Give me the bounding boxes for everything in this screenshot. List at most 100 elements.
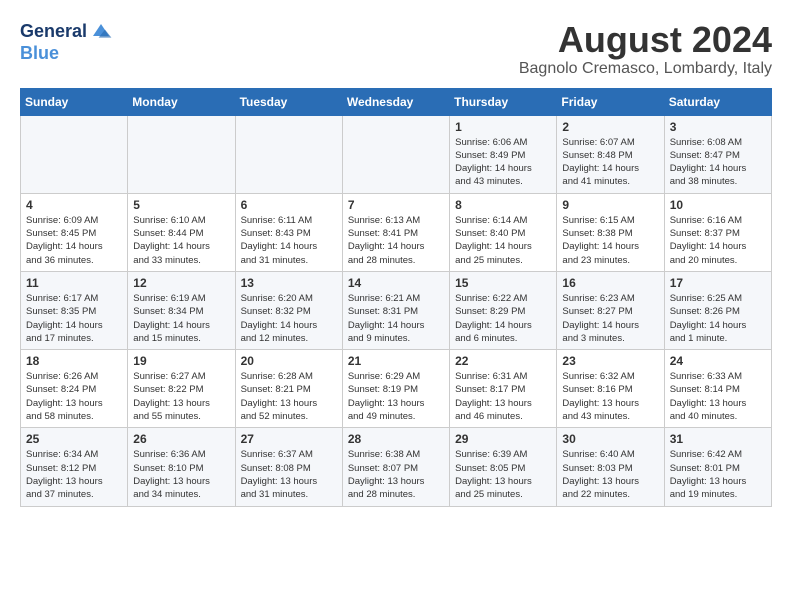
day-number: 13: [241, 276, 337, 290]
calendar-cell: 13 Sunrise: 6:20 AM Sunset: 8:32 PM Dayli…: [235, 271, 342, 349]
location-title: Bagnolo Cremasco, Lombardy, Italy: [519, 60, 772, 78]
month-title: August 2024: [519, 20, 772, 60]
day-info: Sunrise: 6:28 AM Sunset: 8:21 PM Dayligh…: [241, 370, 337, 423]
day-number: 30: [562, 432, 658, 446]
day-number: 8: [455, 198, 551, 212]
day-number: 9: [562, 198, 658, 212]
day-number: 1: [455, 120, 551, 134]
day-info: Sunrise: 6:23 AM Sunset: 8:27 PM Dayligh…: [562, 292, 658, 345]
calendar-cell: 6 Sunrise: 6:11 AM Sunset: 8:43 PM Daylig…: [235, 193, 342, 271]
calendar-cell: 29 Sunrise: 6:39 AM Sunset: 8:05 PM Dayli…: [450, 428, 557, 506]
day-info: Sunrise: 6:31 AM Sunset: 8:17 PM Dayligh…: [455, 370, 551, 423]
day-number: 20: [241, 354, 337, 368]
day-info: Sunrise: 6:21 AM Sunset: 8:31 PM Dayligh…: [348, 292, 444, 345]
calendar-cell: 26Sunrise: 6:36 AM Sunset: 8:10 PM Dayli…: [128, 428, 235, 506]
day-number: 27: [241, 432, 337, 446]
day-info: Sunrise: 6:38 AM Sunset: 8:07 PM Dayligh…: [348, 448, 444, 501]
calendar-cell: 16 Sunrise: 6:23 AM Sunset: 8:27 PM Dayli…: [557, 271, 664, 349]
calendar-cell: 5Sunrise: 6:10 AM Sunset: 8:44 PM Daylig…: [128, 193, 235, 271]
day-number: 28: [348, 432, 444, 446]
day-info: Sunrise: 6:16 AM Sunset: 8:37 PM Dayligh…: [670, 214, 766, 267]
day-number: 19: [133, 354, 229, 368]
day-number: 12: [133, 276, 229, 290]
day-number: 2: [562, 120, 658, 134]
weekday-header-wednesday: Wednesday: [342, 88, 449, 115]
day-info: Sunrise: 6:39 AM Sunset: 8:05 PM Dayligh…: [455, 448, 551, 501]
calendar-cell: 30 Sunrise: 6:40 AM Sunset: 8:03 PM Dayli…: [557, 428, 664, 506]
day-number: 6: [241, 198, 337, 212]
calendar-cell: 20 Sunrise: 6:28 AM Sunset: 8:21 PM Dayli…: [235, 350, 342, 428]
calendar-cell: [128, 115, 235, 193]
day-info: Sunrise: 6:40 AM Sunset: 8:03 PM Dayligh…: [562, 448, 658, 501]
calendar-cell: 12 Sunrise: 6:19 AM Sunset: 8:34 PM Dayli…: [128, 271, 235, 349]
weekday-header-monday: Monday: [128, 88, 235, 115]
calendar-cell: [21, 115, 128, 193]
day-info: Sunrise: 6:32 AM Sunset: 8:16 PM Dayligh…: [562, 370, 658, 423]
calendar-cell: 11Sunrise: 6:17 AM Sunset: 8:35 PM Dayli…: [21, 271, 128, 349]
title-section: August 2024 Bagnolo Cremasco, Lombardy, …: [519, 20, 772, 78]
logo: General Blue: [20, 20, 113, 64]
day-number: 10: [670, 198, 766, 212]
calendar-week-2: 4 Sunrise: 6:09 AM Sunset: 8:45 PM Daylig…: [21, 193, 772, 271]
day-info: Sunrise: 6:20 AM Sunset: 8:32 PM Dayligh…: [241, 292, 337, 345]
day-info: Sunrise: 6:22 AM Sunset: 8:29 PM Dayligh…: [455, 292, 551, 345]
calendar-cell: 15 Sunrise: 6:22 AM Sunset: 8:29 PM Dayli…: [450, 271, 557, 349]
calendar-cell: 8 Sunrise: 6:14 AM Sunset: 8:40 PM Daylig…: [450, 193, 557, 271]
day-info: Sunrise: 6:34 AM Sunset: 8:12 PM Dayligh…: [26, 448, 122, 501]
day-info: Sunrise: 6:13 AM Sunset: 8:41 PM Dayligh…: [348, 214, 444, 267]
calendar-cell: 25 Sunrise: 6:34 AM Sunset: 8:12 PM Dayli…: [21, 428, 128, 506]
calendar-cell: 19 Sunrise: 6:27 AM Sunset: 8:22 PM Dayli…: [128, 350, 235, 428]
calendar-cell: 4 Sunrise: 6:09 AM Sunset: 8:45 PM Daylig…: [21, 193, 128, 271]
day-info: Sunrise: 6:27 AM Sunset: 8:22 PM Dayligh…: [133, 370, 229, 423]
weekday-header-row: SundayMondayTuesdayWednesdayThursdayFrid…: [21, 88, 772, 115]
day-info: Sunrise: 6:10 AM Sunset: 8:44 PM Dayligh…: [133, 214, 229, 267]
day-number: 26: [133, 432, 229, 446]
day-number: 22: [455, 354, 551, 368]
weekday-header-tuesday: Tuesday: [235, 88, 342, 115]
day-info: Sunrise: 6:09 AM Sunset: 8:45 PM Dayligh…: [26, 214, 122, 267]
day-info: Sunrise: 6:11 AM Sunset: 8:43 PM Dayligh…: [241, 214, 337, 267]
day-number: 24: [670, 354, 766, 368]
day-number: 18: [26, 354, 122, 368]
day-number: 31: [670, 432, 766, 446]
day-info: Sunrise: 6:17 AM Sunset: 8:35 PM Dayligh…: [26, 292, 122, 345]
day-number: 15: [455, 276, 551, 290]
day-info: Sunrise: 6:08 AM Sunset: 8:47 PM Dayligh…: [670, 136, 766, 189]
calendar-cell: 7Sunrise: 6:13 AM Sunset: 8:41 PM Daylig…: [342, 193, 449, 271]
day-info: Sunrise: 6:29 AM Sunset: 8:19 PM Dayligh…: [348, 370, 444, 423]
day-number: 16: [562, 276, 658, 290]
page-header: General Blue August 2024 Bagnolo Cremasc…: [20, 20, 772, 78]
calendar-cell: 17Sunrise: 6:25 AM Sunset: 8:26 PM Dayli…: [664, 271, 771, 349]
weekday-header-sunday: Sunday: [21, 88, 128, 115]
calendar-cell: [235, 115, 342, 193]
day-number: 25: [26, 432, 122, 446]
calendar-week-5: 25 Sunrise: 6:34 AM Sunset: 8:12 PM Dayli…: [21, 428, 772, 506]
day-info: Sunrise: 6:14 AM Sunset: 8:40 PM Dayligh…: [455, 214, 551, 267]
logo-icon: [89, 20, 113, 44]
calendar-cell: 1Sunrise: 6:06 AM Sunset: 8:49 PM Daylig…: [450, 115, 557, 193]
calendar-cell: 14 Sunrise: 6:21 AM Sunset: 8:31 PM Dayli…: [342, 271, 449, 349]
day-info: Sunrise: 6:19 AM Sunset: 8:34 PM Dayligh…: [133, 292, 229, 345]
day-info: Sunrise: 6:37 AM Sunset: 8:08 PM Dayligh…: [241, 448, 337, 501]
calendar-cell: [342, 115, 449, 193]
day-number: 29: [455, 432, 551, 446]
calendar-cell: 24Sunrise: 6:33 AM Sunset: 8:14 PM Dayli…: [664, 350, 771, 428]
day-number: 21: [348, 354, 444, 368]
calendar-cell: 22 Sunrise: 6:31 AM Sunset: 8:17 PM Dayli…: [450, 350, 557, 428]
weekday-header-thursday: Thursday: [450, 88, 557, 115]
day-info: Sunrise: 6:42 AM Sunset: 8:01 PM Dayligh…: [670, 448, 766, 501]
logo-text-general: General: [20, 22, 87, 42]
day-number: 4: [26, 198, 122, 212]
weekday-header-friday: Friday: [557, 88, 664, 115]
calendar-week-1: 1Sunrise: 6:06 AM Sunset: 8:49 PM Daylig…: [21, 115, 772, 193]
calendar-cell: 28 Sunrise: 6:38 AM Sunset: 8:07 PM Dayli…: [342, 428, 449, 506]
calendar-cell: 21 Sunrise: 6:29 AM Sunset: 8:19 PM Dayli…: [342, 350, 449, 428]
day-number: 3: [670, 120, 766, 134]
calendar-week-3: 11Sunrise: 6:17 AM Sunset: 8:35 PM Dayli…: [21, 271, 772, 349]
day-number: 14: [348, 276, 444, 290]
day-info: Sunrise: 6:15 AM Sunset: 8:38 PM Dayligh…: [562, 214, 658, 267]
calendar-cell: 10 Sunrise: 6:16 AM Sunset: 8:37 PM Dayli…: [664, 193, 771, 271]
calendar-cell: 18Sunrise: 6:26 AM Sunset: 8:24 PM Dayli…: [21, 350, 128, 428]
weekday-header-saturday: Saturday: [664, 88, 771, 115]
day-number: 17: [670, 276, 766, 290]
